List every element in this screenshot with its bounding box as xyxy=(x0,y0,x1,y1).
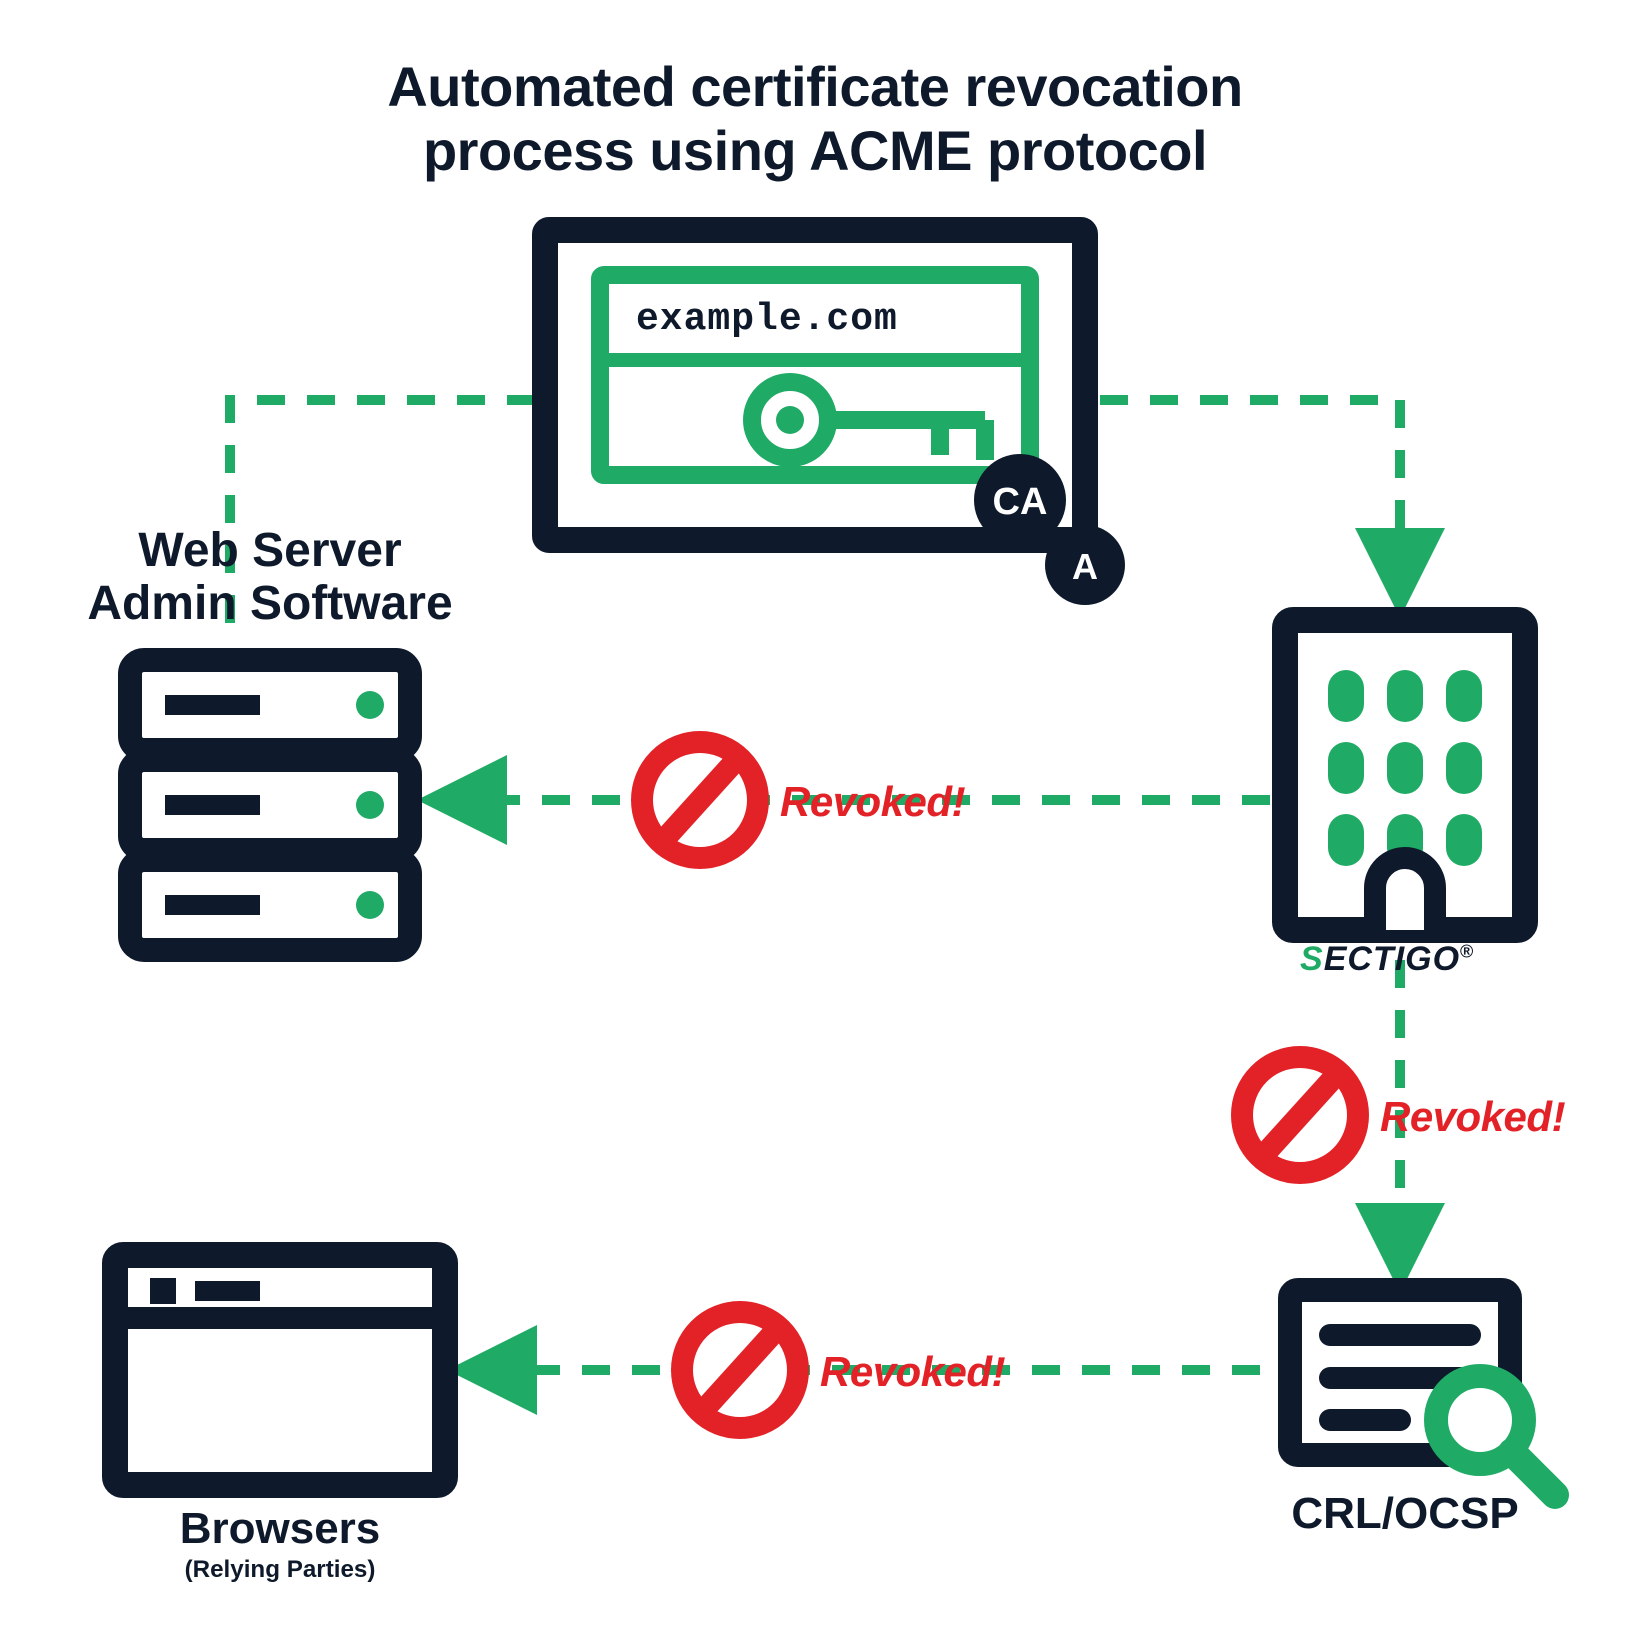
webserver-label: Web Server Admin Software xyxy=(55,525,485,631)
revoked-label-3: Revoked! xyxy=(820,1348,1005,1396)
certificate-domain: example.com xyxy=(636,298,898,341)
browsers-main: Browsers xyxy=(180,1504,381,1553)
server-icon xyxy=(130,660,410,950)
webserver-label-line2: Admin Software xyxy=(87,577,452,630)
crl-ocsp-label: CRL/OCSP xyxy=(1255,1490,1555,1538)
svg-text:A: A xyxy=(1072,546,1098,587)
prohibit-icon-2 xyxy=(1242,1057,1358,1173)
sectigo-brand-label: SECTIGO® xyxy=(1300,940,1474,979)
sectigo-rest: ECTIGO xyxy=(1324,940,1460,978)
title-line-1: Automated certificate revocation xyxy=(387,55,1242,118)
document-search-icon xyxy=(1290,1290,1555,1495)
revoked-label-2: Revoked! xyxy=(1380,1093,1565,1141)
browsers-label: Browsers (Relying Parties) xyxy=(80,1505,480,1584)
prohibit-icon-1 xyxy=(642,742,758,858)
certificate-icon: CA A xyxy=(545,230,1125,605)
browser-icon xyxy=(115,1255,445,1485)
webserver-label-line1: Web Server xyxy=(138,524,401,577)
revoked-label-1: Revoked! xyxy=(780,778,965,826)
svg-text:CA: CA xyxy=(993,481,1048,523)
building-icon xyxy=(1285,620,1525,930)
browsers-sub: (Relying Parties) xyxy=(80,1557,480,1584)
prohibit-icon-3 xyxy=(682,1312,798,1428)
title-line-2: process using ACME protocol xyxy=(423,119,1207,182)
diagram-title: Automated certificate revocation process… xyxy=(0,55,1630,184)
